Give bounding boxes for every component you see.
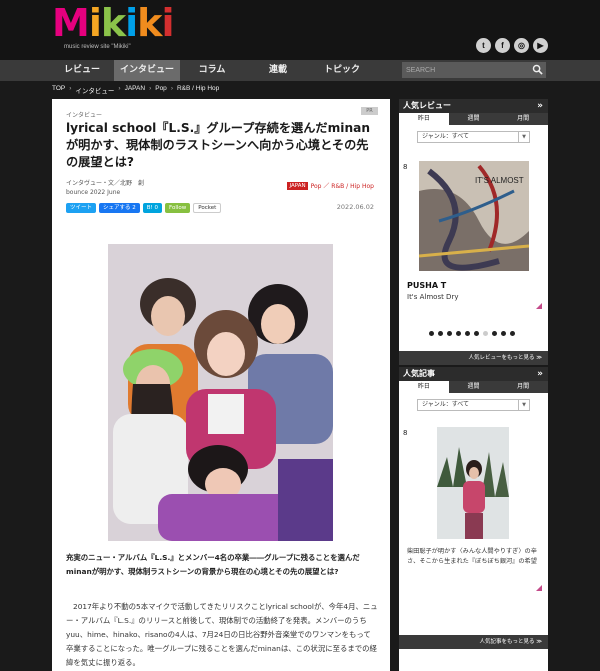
tweet-button[interactable]: ツイート (66, 203, 97, 213)
corner-arrow-icon (536, 585, 542, 591)
search-icon[interactable] (532, 64, 543, 75)
review-rank: 8 (403, 163, 408, 171)
breadcrumb-top[interactable]: TOP (52, 85, 65, 97)
breadcrumb-separator: › (149, 85, 152, 92)
publish-date: 2022.06.02 (336, 203, 374, 211)
article-photo (108, 244, 333, 541)
review-period-tabs: 昨日 週間 月間 (399, 113, 548, 125)
more-reviews-link[interactable]: 人気レビューをもっと見る ≫ (399, 351, 548, 365)
carousel-dot[interactable] (447, 331, 452, 336)
chevron-down-icon: ▼ (518, 400, 529, 410)
review-genre-select[interactable]: ジャンル：すべて ▼ (417, 131, 530, 143)
tab-yesterday[interactable]: 昨日 (399, 113, 449, 125)
article-headline[interactable]: 柴田聡子が明かす〈みんな人間やりすぎ〉の辛さ、そこから生まれた『ぼちぼち銀河』の… (407, 547, 537, 567)
social-links: t f ◎ ▶ (476, 38, 548, 53)
share-buttons: ツイート シェアする 2 B! 0 Follow Pocket (66, 203, 222, 213)
breadcrumb: TOP › インタビュー › JAPAN › Pop › R&B / Hip Hop (52, 85, 219, 97)
logo-letter: i (125, 1, 138, 45)
twitter-icon[interactable]: t (476, 38, 491, 53)
carousel-dot[interactable] (474, 331, 479, 336)
logo-letter: i (161, 1, 174, 45)
tab-weekly[interactable]: 週間 (449, 381, 499, 393)
search-input[interactable] (402, 62, 530, 78)
more-articles-link[interactable]: 人気記事をもっと見る ≫ (399, 635, 548, 649)
carousel-dot[interactable] (465, 331, 470, 336)
chevron-right-icon[interactable]: » (537, 367, 543, 381)
album-cover[interactable]: IT'S ALMOST (419, 161, 529, 271)
article-thumbnail[interactable] (437, 427, 509, 539)
pr-badge: PR (361, 107, 378, 115)
hatena-bookmark-button[interactable]: B! 0 (142, 203, 162, 213)
breadcrumb-pop[interactable]: Pop (155, 85, 167, 97)
carousel-dot[interactable] (429, 331, 434, 336)
carousel-dot[interactable] (483, 331, 488, 336)
carousel-dot[interactable] (456, 331, 461, 336)
article-byline: インタヴュー・文／北野 創 bounce 2022 June (66, 179, 144, 197)
chevron-down-icon: ▼ (518, 132, 529, 142)
site-tagline: music review site "Mikiki" (64, 44, 131, 50)
tag-japan[interactable]: JAPAN (287, 181, 308, 190)
article-rank: 8 (403, 429, 408, 437)
breadcrumb-separator: › (170, 85, 173, 92)
carousel-dot[interactable] (492, 331, 497, 336)
author-credit[interactable]: インタヴュー・文／北野 創 (66, 179, 144, 188)
review-artist[interactable]: PUSHA T (407, 281, 446, 290)
breadcrumb-separator: › (118, 85, 121, 92)
breadcrumb-interview[interactable]: インタビュー (75, 85, 114, 97)
logo-letter: k (100, 1, 126, 45)
carousel-dot[interactable] (510, 331, 515, 336)
search-box (402, 62, 546, 78)
album-cover-text: IT'S ALMOST (475, 176, 524, 185)
logo-letter: M (52, 1, 90, 45)
pocket-button[interactable]: Pocket (193, 203, 222, 213)
popular-articles-title: 人気記事 (403, 369, 435, 378)
article-tags: JAPAN Pop ／ R&B / Hip Hop (287, 181, 374, 190)
carousel-dot[interactable] (501, 331, 506, 336)
article-period-tabs: 昨日 週間 月間 (399, 381, 548, 393)
article-body: 2017年より不動の5本マイクで活動してきたリリスクことlyrical scho… (66, 602, 378, 667)
carousel-dots (429, 331, 515, 336)
article-category[interactable]: インタビュー (66, 110, 102, 119)
tab-monthly[interactable]: 月間 (498, 113, 548, 125)
youtube-icon[interactable]: ▶ (533, 38, 548, 53)
popular-reviews-panel: 人気レビュー » 昨日 週間 月間 ジャンル：すべて ▼ 8 IT'S ALMO… (399, 99, 548, 365)
carousel-dot[interactable] (438, 331, 443, 336)
nav-item-interview[interactable]: インタビュー (114, 60, 180, 81)
chevron-right-icon[interactable]: » (537, 99, 543, 113)
logo-letter: k (137, 1, 162, 45)
facebook-icon[interactable]: f (495, 38, 510, 53)
tab-weekly[interactable]: 週間 (449, 113, 499, 125)
tag-genres[interactable]: Pop ／ R&B / Hip Hop (311, 181, 374, 190)
logo-letter: i (88, 1, 102, 45)
facebook-share-button[interactable]: シェアする 2 (99, 203, 140, 213)
review-album[interactable]: It's Almost Dry (407, 293, 458, 301)
popular-reviews-heading: 人気レビュー » (399, 99, 548, 113)
popular-reviews-title: 人気レビュー (403, 101, 451, 110)
site-header: Mikiki music review site "Mikiki" t f ◎ … (0, 0, 600, 60)
corner-arrow-icon (536, 303, 542, 309)
instagram-icon[interactable]: ◎ (514, 38, 529, 53)
nav-item-series[interactable]: 連載 (248, 60, 308, 81)
genre-select-value: ジャンル：すべて (422, 133, 470, 140)
nav-item-column[interactable]: コラム (182, 60, 242, 81)
mikiki-logo[interactable]: Mikiki (52, 1, 174, 45)
feedly-follow-button[interactable]: Follow (165, 203, 191, 213)
popular-articles-panel: 人気記事 » 昨日 週間 月間 ジャンル：すべて ▼ 8 柴田聡子が明かす〈みん… (399, 367, 548, 671)
breadcrumb-separator: › (69, 85, 72, 92)
popular-articles-heading: 人気記事 » (399, 367, 548, 381)
issue-credit: bounce 2022 June (66, 189, 121, 196)
tab-monthly[interactable]: 月間 (498, 381, 548, 393)
breadcrumb-rnb[interactable]: R&B / Hip Hop (177, 85, 219, 97)
article-main: インタビュー PR lyrical school『L.S.』グループ存続を選んだ… (52, 99, 390, 671)
breadcrumb-japan[interactable]: JAPAN (125, 85, 145, 97)
genre-select-value: ジャンル：すべて (422, 401, 470, 408)
tab-yesterday[interactable]: 昨日 (399, 381, 449, 393)
nav-item-topic[interactable]: トピック (312, 60, 372, 81)
article-title: lyrical school『L.S.』グループ存続を選んだminanが明かす、… (66, 121, 371, 169)
article-lead: 充実のニュー・アルバム『L.S.』とメンバー4名の卒業――グループに残ることを選… (66, 553, 360, 576)
nav-item-review[interactable]: レビュー (52, 60, 112, 81)
article-genre-select[interactable]: ジャンル：すべて ▼ (417, 399, 530, 411)
